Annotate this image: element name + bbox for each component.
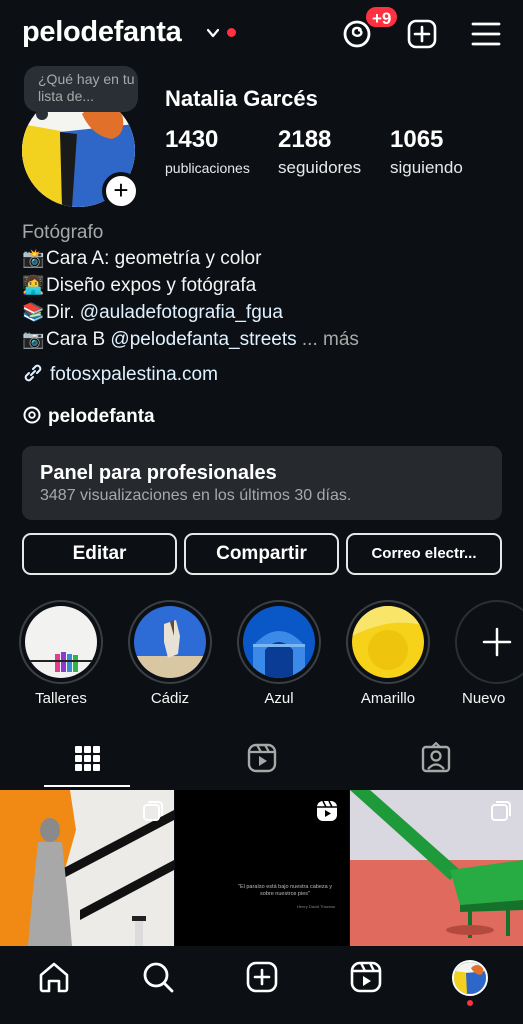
grid-tab-icon[interactable] — [71, 742, 103, 774]
multi-image-icon — [143, 801, 163, 821]
highlight-cadiz[interactable] — [128, 600, 212, 684]
home-icon[interactable] — [37, 960, 71, 994]
person-laptop-icon: 👩‍💻 — [22, 275, 45, 295]
dashboard-title: Panel para profesionales — [40, 462, 277, 484]
profile-nav-dot — [467, 1000, 473, 1006]
reel-indicator-icon — [317, 800, 337, 821]
threads-small-icon — [23, 406, 41, 424]
highlight-label: Azul — [264, 690, 294, 707]
plus-icon — [482, 627, 512, 657]
highlight-label: Cádiz — [150, 690, 190, 707]
amarillo-thumbnail — [352, 606, 424, 678]
followers-label[interactable]: seguidores — [278, 158, 361, 178]
followers-count[interactable]: 2188 — [278, 126, 331, 154]
posts-count[interactable]: 1430 — [165, 126, 218, 154]
bio-more-link[interactable]: ... más — [302, 329, 359, 350]
bio-line-3: 📚Dir. @auladefotografia_fgua — [22, 302, 283, 323]
link-icon — [24, 364, 42, 382]
mention-aula[interactable]: @auladefotografia_fgua — [80, 302, 283, 323]
multi-image-icon — [491, 801, 511, 821]
dashboard-subtitle: 3487 visualizaciones en los últimos 30 d… — [40, 487, 352, 504]
professional-dashboard[interactable]: Panel para profesionales 3487 visualizac… — [22, 446, 502, 520]
posts-label: publicaciones — [165, 160, 250, 176]
email-button[interactable]: Correo electr... — [346, 533, 502, 575]
bio-line-2: 👩‍💻Diseño expos y fotógrafa — [22, 275, 257, 296]
top-bar: pelodefanta +9 — [0, 0, 523, 70]
create-post-icon[interactable] — [245, 960, 279, 994]
create-icon[interactable] — [406, 18, 438, 50]
profile-nav-avatar[interactable] — [452, 960, 488, 996]
bio-line-4: 📷Cara B @pelodefanta_streets ... más — [22, 329, 359, 350]
highlight-talleres[interactable] — [19, 600, 103, 684]
avatar-mini — [454, 962, 486, 994]
books-icon: 📚 — [22, 302, 45, 322]
following-label[interactable]: siguiendo — [390, 158, 463, 178]
profile-full-name: Natalia Garcés — [165, 86, 318, 111]
profile-username[interactable]: pelodefanta — [22, 16, 182, 49]
highlight-label: Amarillo — [360, 690, 416, 707]
highlight-label: Nuevo — [462, 690, 506, 707]
add-story-plus-icon[interactable]: + — [102, 172, 140, 210]
threads-badge: +9 — [364, 5, 400, 29]
chevron-down-icon[interactable] — [206, 26, 220, 40]
highlight-azul[interactable] — [237, 600, 321, 684]
following-count[interactable]: 1065 — [390, 126, 443, 154]
mention-streets[interactable]: @pelodefanta_streets — [110, 329, 296, 350]
tagged-tab-icon[interactable] — [420, 742, 452, 774]
highlight-label: Talleres — [35, 690, 87, 707]
quote-author: Henry David Thoreau — [297, 904, 335, 909]
notification-dot — [227, 28, 236, 37]
edit-profile-button[interactable]: Editar — [22, 533, 177, 575]
reels-tab-icon[interactable] — [246, 742, 278, 774]
azul-thumbnail — [243, 606, 315, 678]
threads-profile-link[interactable]: pelodefanta — [22, 405, 155, 428]
bio-line-1: 📸Cara A: geometría y color — [22, 248, 262, 269]
camera-flash-icon: 📸 — [22, 248, 45, 268]
highlight-amarillo[interactable] — [346, 600, 430, 684]
share-profile-button[interactable]: Compartir — [184, 533, 339, 575]
profile-category: Fotógrafo — [22, 222, 104, 243]
search-icon[interactable] — [141, 960, 175, 994]
new-highlight-button[interactable] — [455, 600, 523, 684]
profile-note-bubble[interactable]: ¿Qué hay en tu lista de... — [24, 66, 138, 120]
menu-icon[interactable] — [470, 18, 502, 50]
cadiz-thumbnail — [134, 606, 206, 678]
active-tab-indicator — [44, 785, 130, 787]
talleres-thumbnail — [25, 606, 97, 678]
quote-text: "El paraíso está bajo nuestra cabeza y s… — [238, 884, 332, 897]
camera-icon: 📷 — [22, 329, 45, 349]
reels-nav-icon[interactable] — [349, 960, 383, 994]
website-link[interactable]: fotosxpalestina.com — [22, 362, 218, 386]
